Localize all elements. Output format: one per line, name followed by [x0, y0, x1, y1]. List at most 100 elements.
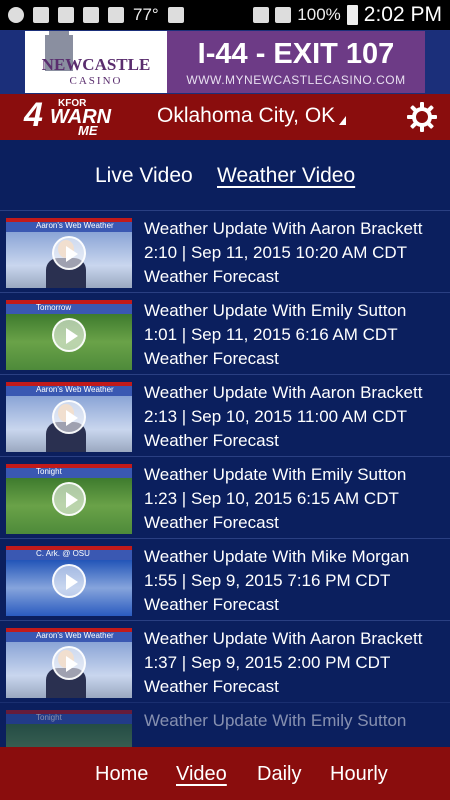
battery-percent: 100% [297, 5, 341, 24]
video-category: Weather Forecast [144, 267, 279, 286]
play-icon[interactable] [52, 318, 86, 352]
thumbnail-label: Tonight [36, 467, 62, 476]
thumbnail-label: Aaron's Web Weather [36, 385, 114, 394]
temperature: 77° [133, 5, 159, 24]
video-info: Weather Update With Mike Morgan 1:55 | S… [144, 545, 444, 617]
thumbnail-banner: Aaron's Web Weather [6, 628, 132, 642]
video-thumbnail[interactable]: Tonight [6, 710, 132, 747]
video-list-item[interactable]: Aaron's Web Weather Weather Update With … [0, 210, 450, 292]
usb-icon [58, 7, 74, 23]
status-bar: 77° 100% 2:02 PM [0, 0, 450, 30]
storage-icon [83, 7, 99, 23]
location-label: Oklahoma City, OK [157, 104, 336, 127]
thumbnail-banner: Aaron's Web Weather [6, 218, 132, 232]
video-list-item[interactable]: Tomorrow Weather Update With Emily Sutto… [0, 292, 450, 374]
thumbnail-label: Aaron's Web Weather [36, 631, 114, 640]
video-title: Weather Update With Aaron Brackett [144, 383, 423, 402]
ad-brand: NEWCASTLE [41, 55, 151, 74]
thumbnail-scene [6, 724, 132, 747]
tab-weather-video[interactable]: Weather Video [217, 164, 355, 188]
video-thumbnail[interactable]: Aaron's Web Weather [6, 628, 132, 698]
wifi-icon [253, 7, 270, 23]
location-selector[interactable]: Oklahoma City, OK [157, 104, 347, 128]
video-list-item[interactable]: Tonight Weather Update With Emily Sutton [0, 702, 450, 747]
video-thumbnail[interactable]: Tonight [6, 464, 132, 534]
image-icon [108, 7, 124, 23]
thumbnail-label: C. Ark. @ OSU [36, 549, 90, 558]
ad-content[interactable]: NEWCASTLE CASINO I-44 - EXIT 107 WWW.MYN… [25, 31, 425, 93]
ad-banner[interactable]: NEWCASTLE CASINO I-44 - EXIT 107 WWW.MYN… [0, 30, 450, 94]
app-header: 4 KFOR WARN ME Oklahoma City, OK [0, 94, 450, 140]
video-category: Weather Forecast [144, 349, 279, 368]
thumbnail-banner: C. Ark. @ OSU [6, 546, 132, 560]
video-info: Weather Update With Aaron Brackett 2:13 … [144, 381, 444, 453]
play-icon[interactable] [52, 482, 86, 516]
dropdown-caret-icon [339, 115, 347, 125]
video-title: Weather Update With Aaron Brackett [144, 219, 423, 238]
video-title: Weather Update With Aaron Brackett [144, 629, 423, 648]
play-icon[interactable] [52, 646, 86, 680]
video-meta: 1:37 | Sep 9, 2015 2:00 PM CDT [144, 653, 391, 672]
logo-number: 4 [24, 96, 43, 134]
play-icon[interactable] [52, 400, 86, 434]
thumbnail-banner: Aaron's Web Weather [6, 382, 132, 396]
video-category: Weather Forecast [144, 513, 279, 532]
logo-me: ME [78, 123, 98, 138]
thumbnail-label: Tomorrow [36, 303, 72, 312]
video-list-item[interactable]: Aaron's Web Weather Weather Update With … [0, 620, 450, 702]
thumbnail-banner: Tonight [6, 464, 132, 478]
video-title: Weather Update With Emily Sutton [144, 465, 407, 484]
settings-gear-icon[interactable] [405, 100, 439, 134]
thumbnail-red-bar [6, 710, 132, 714]
thumbnail-red-bar [6, 464, 132, 468]
notification-icons: 77° [8, 5, 184, 25]
video-category: Weather Forecast [144, 677, 279, 696]
thumbnail-label: Aaron's Web Weather [36, 221, 114, 230]
signal-icon [275, 7, 292, 23]
system-icons: 100% 2:02 PM [253, 3, 442, 27]
video-list-item[interactable]: C. Ark. @ OSU Weather Update With Mike M… [0, 538, 450, 620]
nav-hourly[interactable]: Hourly [330, 763, 388, 786]
ad-headline: I-44 - EXIT 107 [197, 37, 395, 70]
video-thumbnail[interactable]: Aaron's Web Weather [6, 218, 132, 288]
video-title: Weather Update With Mike Morgan [144, 547, 410, 566]
bottom-nav: Home Video Daily Hourly [0, 747, 450, 800]
nav-video[interactable]: Video [176, 763, 227, 786]
tab-live-video[interactable]: Live Video [95, 164, 193, 188]
video-list-item[interactable]: Aaron's Web Weather Weather Update With … [0, 374, 450, 456]
email-icon [167, 7, 184, 23]
add-notification-icon [8, 7, 24, 23]
nav-daily[interactable]: Daily [257, 763, 301, 786]
play-icon[interactable] [52, 564, 86, 598]
thumbnail-banner: Tonight [6, 710, 132, 724]
battery-icon [346, 5, 358, 25]
video-info: Weather Update With Emily Sutton 1:23 | … [144, 463, 444, 535]
ad-text: I-44 - EXIT 107 WWW.MYNEWCASTLECASINO.CO… [167, 31, 425, 93]
video-thumbnail[interactable]: Aaron's Web Weather [6, 382, 132, 452]
video-info: Weather Update With Aaron Brackett 2:10 … [144, 217, 444, 289]
video-info: Weather Update With Aaron Brackett 1:37 … [144, 627, 444, 699]
video-info: Weather Update With Emily Sutton [144, 709, 444, 733]
video-tabs: Live Video Weather Video [0, 140, 450, 210]
casino-logo: NEWCASTLE CASINO [25, 31, 167, 93]
video-meta: 1:55 | Sep 9, 2015 7:16 PM CDT [144, 571, 391, 590]
video-category: Weather Forecast [144, 431, 279, 450]
facebook-icon [33, 7, 49, 23]
ad-url: WWW.MYNEWCASTLECASINO.COM [186, 72, 406, 87]
video-category: Weather Forecast [144, 595, 279, 614]
video-thumbnail[interactable]: C. Ark. @ OSU [6, 546, 132, 616]
ad-brand-sub: CASINO [69, 75, 123, 87]
thumbnail-banner: Tomorrow [6, 300, 132, 314]
video-meta: 2:13 | Sep 10, 2015 11:00 AM CDT [144, 407, 408, 426]
clock: 2:02 PM [363, 3, 442, 26]
video-title: Weather Update With Emily Sutton [144, 301, 407, 320]
video-list-item[interactable]: Tonight Weather Update With Emily Sutton… [0, 456, 450, 538]
kfor-logo: 4 KFOR WARN ME [20, 96, 112, 138]
video-list[interactable]: Aaron's Web Weather Weather Update With … [0, 210, 450, 747]
video-meta: 1:01 | Sep 11, 2015 6:16 AM CDT [144, 325, 398, 344]
video-info: Weather Update With Emily Sutton 1:01 | … [144, 299, 444, 371]
video-thumbnail[interactable]: Tomorrow [6, 300, 132, 370]
play-icon[interactable] [52, 236, 86, 270]
nav-home[interactable]: Home [95, 763, 148, 786]
thumbnail-label: Tonight [36, 713, 62, 722]
